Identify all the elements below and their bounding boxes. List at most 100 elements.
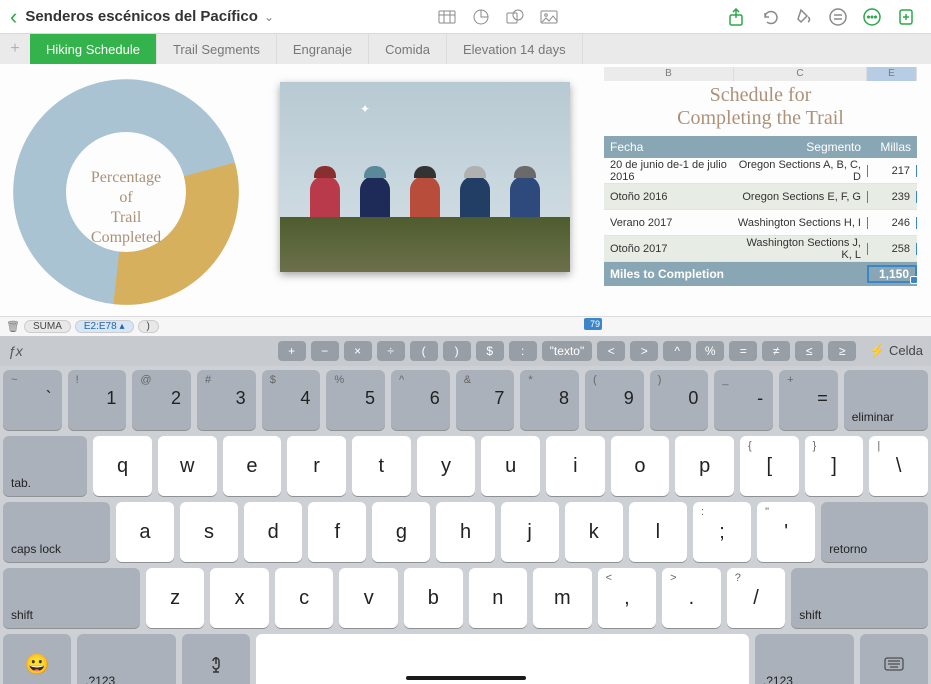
schedule-table[interactable]: Schedule forCompleting the Trail FechaSe… (604, 84, 917, 286)
key-4[interactable]: $4 (262, 370, 321, 430)
op-neq[interactable]: ≠ (762, 341, 790, 361)
key-punct[interactable]: :; (693, 502, 751, 562)
selection-handle[interactable] (910, 276, 918, 284)
key-bracket[interactable]: }] (805, 436, 864, 496)
tab-comida[interactable]: Comida (369, 34, 447, 64)
key-n[interactable]: n (469, 568, 528, 628)
key-w[interactable]: w (158, 436, 217, 496)
key-shift-left[interactable]: shift (3, 568, 140, 628)
key-g[interactable]: g (372, 502, 430, 562)
total-row[interactable]: Miles to Completion1,150 (604, 262, 917, 286)
key-9[interactable]: (9 (585, 370, 644, 430)
key-punct[interactable]: "' (757, 502, 815, 562)
key-capslock[interactable]: caps lock (3, 502, 110, 562)
key-7[interactable]: &7 (456, 370, 515, 430)
cell-format-icon[interactable] (823, 2, 853, 32)
key-m[interactable]: m (533, 568, 592, 628)
range-chip[interactable]: E2:E78 ▴ (75, 320, 134, 333)
key-t[interactable]: t (352, 436, 411, 496)
key-punct[interactable]: <, (598, 568, 657, 628)
formula-bar[interactable]: 🗑 SUMA E2:E78 ▴ ) (0, 316, 931, 336)
key-k[interactable]: k (565, 502, 623, 562)
key-5[interactable]: %5 (326, 370, 385, 430)
key-o[interactable]: o (611, 436, 670, 496)
op-text[interactable]: "texto" (542, 341, 593, 361)
back-icon[interactable]: ‹ (10, 4, 17, 30)
op-plus[interactable]: + (278, 341, 306, 361)
key-r[interactable]: r (287, 436, 346, 496)
close-paren-chip[interactable]: ) (138, 320, 159, 333)
key-tab[interactable]: tab. (3, 436, 87, 496)
tab-trail-segments[interactable]: Trail Segments (157, 34, 277, 64)
paint-icon[interactable] (789, 2, 819, 32)
op-lt[interactable]: < (597, 341, 625, 361)
op-lparen[interactable]: ( (410, 341, 438, 361)
key-a[interactable]: a (116, 502, 174, 562)
trash-icon[interactable]: 🗑 (6, 320, 20, 333)
key-return[interactable]: retorno (821, 502, 928, 562)
key-8[interactable]: *8 (520, 370, 579, 430)
photo[interactable]: ✦ (280, 82, 570, 272)
op-pow[interactable]: ^ (663, 341, 691, 361)
key-symbols-left[interactable]: .?123 (77, 634, 176, 684)
key-e[interactable]: e (223, 436, 282, 496)
key-dictation[interactable] (182, 634, 250, 684)
undo-icon[interactable] (755, 2, 785, 32)
op-mult[interactable]: × (344, 341, 372, 361)
key-z[interactable]: z (146, 568, 205, 628)
key-h[interactable]: h (436, 502, 494, 562)
key-3[interactable]: #3 (197, 370, 256, 430)
chevron-down-icon[interactable]: ⌄ (264, 10, 274, 24)
op-gt[interactable]: > (630, 341, 658, 361)
key-hide-keyboard[interactable] (860, 634, 928, 684)
key-c[interactable]: c (275, 568, 334, 628)
key-l[interactable]: l (629, 502, 687, 562)
key-symbols-right[interactable]: .?123 (755, 634, 854, 684)
key-v[interactable]: v (339, 568, 398, 628)
key-j[interactable]: j (501, 502, 559, 562)
key-1[interactable]: !1 (68, 370, 127, 430)
more-icon[interactable] (857, 2, 887, 32)
share-icon[interactable] (721, 2, 751, 32)
op-dollar[interactable]: $ (476, 341, 504, 361)
op-rparen[interactable]: ) (443, 341, 471, 361)
key-i[interactable]: i (546, 436, 605, 496)
key-2[interactable]: @2 (132, 370, 191, 430)
table-row[interactable]: 20 de junio de-1 de julio 2016Oregon Sec… (604, 158, 917, 184)
key-punct[interactable]: >. (662, 568, 721, 628)
key-u[interactable]: u (481, 436, 540, 496)
key-s[interactable]: s (180, 502, 238, 562)
key-x[interactable]: x (210, 568, 269, 628)
tab-engranaje[interactable]: Engranaje (277, 34, 369, 64)
doc-title[interactable]: Senderos escénicos del Pacífico (25, 8, 258, 25)
key-delete[interactable]: eliminar (844, 370, 928, 430)
key-bracket[interactable]: {[ (740, 436, 799, 496)
insert-icon[interactable] (891, 2, 921, 32)
key-0[interactable]: )0 (650, 370, 709, 430)
func-chip[interactable]: SUMA (24, 320, 71, 333)
key-b[interactable]: b (404, 568, 463, 628)
table-row[interactable]: Otoño 2017Washington Sections J, K, L258 (604, 236, 917, 262)
op-lte[interactable]: ≤ (795, 341, 823, 361)
spreadsheet-canvas[interactable]: PercentageofTrailCompleted ✦ BCE 79 Sche… (0, 64, 931, 316)
table-row[interactable]: Verano 2017Washington Sections H, I246 (604, 210, 917, 236)
key-y[interactable]: y (417, 436, 476, 496)
column-headers[interactable]: BCE (604, 67, 917, 81)
key-q[interactable]: q (93, 436, 152, 496)
key-emoji[interactable]: 😀 (3, 634, 71, 684)
op-pct[interactable]: % (696, 341, 724, 361)
tab-elevation[interactable]: Elevation 14 days (447, 34, 583, 64)
key-f[interactable]: f (308, 502, 366, 562)
key-punct[interactable]: ?/ (727, 568, 786, 628)
op-gte[interactable]: ≥ (828, 341, 856, 361)
media-icon[interactable] (534, 2, 564, 32)
key-shift-right[interactable]: shift (791, 568, 928, 628)
op-eq[interactable]: = (729, 341, 757, 361)
op-div[interactable]: ÷ (377, 341, 405, 361)
op-minus[interactable]: − (311, 341, 339, 361)
home-indicator[interactable] (406, 676, 526, 680)
fx-icon[interactable]: ƒx (8, 343, 23, 359)
key-6[interactable]: ^6 (391, 370, 450, 430)
key-p[interactable]: p (675, 436, 734, 496)
op-colon[interactable]: : (509, 341, 537, 361)
